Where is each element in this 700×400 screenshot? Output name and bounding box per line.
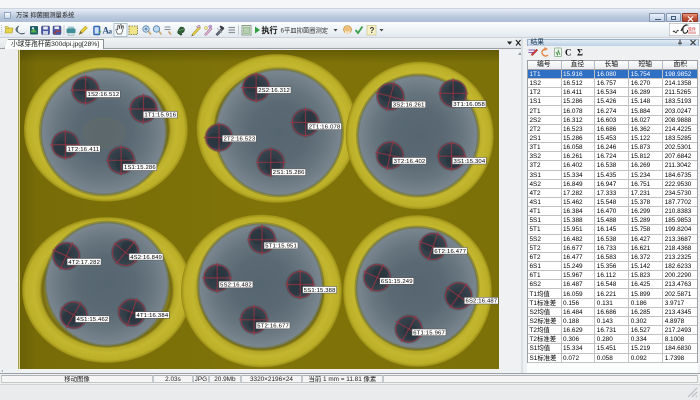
svg-text:3T2:16.402: 3T2:16.402	[394, 159, 426, 165]
svg-text:Σ: Σ	[577, 48, 583, 58]
svg-text:2S2:16.312: 2S2:16.312	[258, 88, 290, 94]
svg-text:a: a	[109, 28, 113, 36]
svg-text:1T1:15.916: 1T1:15.916	[144, 113, 176, 119]
svg-text:执行: 执行	[262, 25, 278, 35]
svg-text:4T2:17.282: 4T2:17.282	[68, 260, 100, 266]
svg-text:5S1:15.388: 5S1:15.388	[304, 288, 336, 294]
svg-text:6S2:16.487: 6S2:16.487	[466, 299, 498, 305]
svg-text:1T2:16.411: 1T2:16.411	[68, 147, 100, 153]
svg-text:软件: 软件	[688, 26, 696, 32]
svg-text:4S1:15.462: 4S1:15.462	[77, 317, 109, 323]
svg-text:2T1:16.078: 2T1:16.078	[309, 124, 341, 130]
svg-text:4S2:16.849: 4S2:16.849	[130, 255, 162, 261]
svg-text:5T1:15.951: 5T1:15.951	[265, 244, 297, 250]
svg-text:1S1:15.286: 1S1:15.286	[124, 165, 156, 171]
svg-text:2S1:15.286: 2S1:15.286	[273, 170, 305, 176]
svg-text:C: C	[565, 48, 572, 58]
svg-text:3S2:16.261: 3S2:16.261	[393, 103, 425, 109]
svg-text:6T1:15.967: 6T1:15.967	[413, 330, 445, 336]
svg-text:3T1:16.058: 3T1:16.058	[453, 102, 485, 108]
svg-text:2T2:16.523: 2T2:16.523	[224, 137, 256, 143]
svg-text:6S1:15.249: 6S1:15.249	[381, 279, 413, 285]
svg-text:5T2:16.677: 5T2:16.677	[257, 324, 289, 330]
svg-text:6平皿抑菌圈测定: 6平皿抑菌圈测定	[281, 25, 329, 34]
svg-text:6T2:16.477: 6T2:16.477	[434, 249, 466, 255]
svg-text:5S2:16.482: 5S2:16.482	[220, 283, 252, 289]
svg-text:?: ?	[370, 26, 375, 35]
svg-text:4T1:16.384: 4T1:16.384	[137, 313, 169, 319]
svg-text:3S1:15.304: 3S1:15.304	[454, 159, 486, 165]
svg-text:1S2:16.512: 1S2:16.512	[88, 92, 120, 98]
